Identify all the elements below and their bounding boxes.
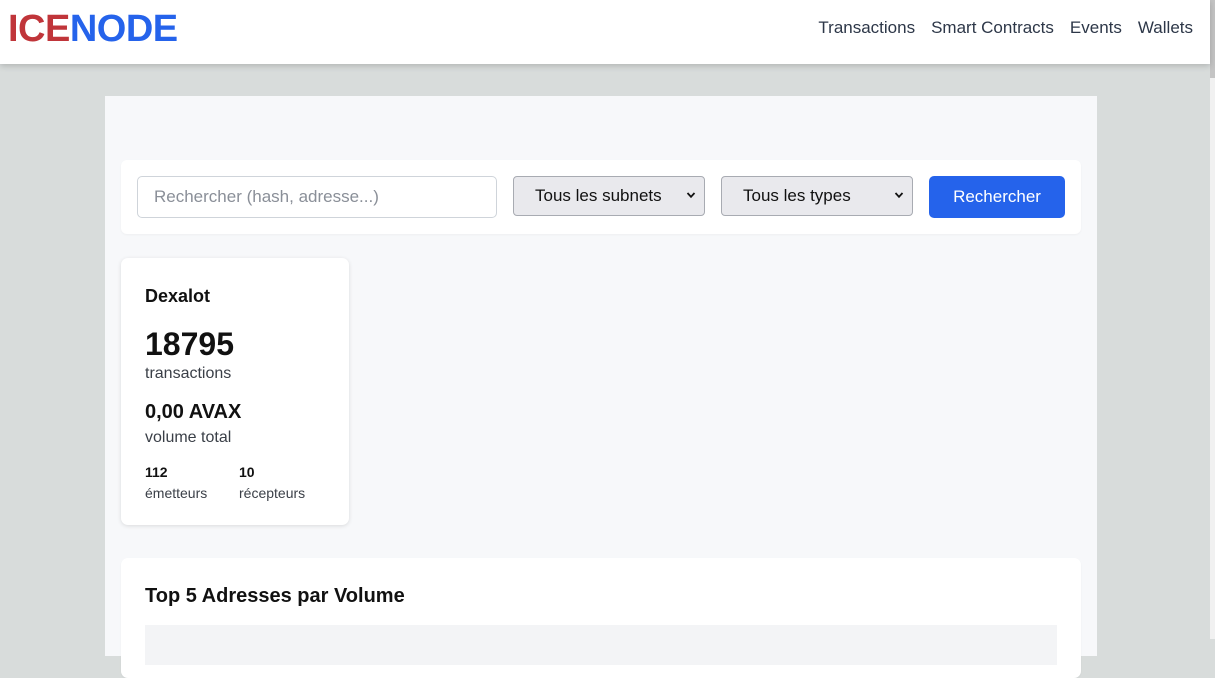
volume-label: volume total (145, 429, 232, 446)
subnet-select[interactable]: Tous les subnets (513, 176, 705, 216)
page-scrollbar[interactable] (1210, 0, 1215, 639)
scrollbar-thumb[interactable] (1210, 0, 1215, 78)
receivers-count: 10 (239, 464, 255, 480)
nav-link-smart-contracts[interactable]: Smart Contracts (931, 18, 1054, 38)
top-addresses-table-header (145, 625, 1057, 665)
search-button[interactable]: Rechercher (929, 176, 1065, 218)
subnet-select-value: Tous les subnets (535, 186, 662, 205)
type-select[interactable]: Tous les types (721, 176, 913, 216)
top-addresses-panel: Top 5 Adresses par Volume (121, 558, 1081, 678)
chevron-down-icon (686, 192, 696, 199)
brand-logo[interactable]: ICENODE (8, 8, 178, 50)
volume-value: 0,00 AVAX (145, 401, 242, 423)
section-title: Top 5 Adresses par Volume (145, 585, 405, 607)
search-bar: Tous les subnets Tous les types Recherch… (121, 160, 1081, 234)
transactions-label: transactions (145, 365, 232, 382)
nav-link-wallets[interactable]: Wallets (1138, 18, 1193, 38)
type-select-value: Tous les types (743, 186, 851, 205)
nav-link-transactions[interactable]: Transactions (818, 18, 915, 38)
nav-link-events[interactable]: Events (1070, 18, 1122, 38)
senders-count: 112 (145, 464, 168, 480)
main-content: Tous les subnets Tous les types Recherch… (105, 96, 1097, 678)
brand-logo-part2: NODE (69, 8, 178, 50)
brand-logo-part1: ICE (8, 8, 70, 50)
top-navbar: ICENODE Transactions Smart Contracts Eve… (0, 0, 1210, 64)
senders-label: émetteurs (145, 485, 208, 501)
receivers-label: récepteurs (239, 485, 306, 501)
subnet-stat-card[interactable]: Dexalot 18795 transactions 0,00 AVAX vol… (121, 258, 349, 525)
search-input[interactable] (137, 176, 497, 218)
transactions-count: 18795 (145, 326, 234, 362)
subnet-name: Dexalot (145, 286, 211, 306)
main-nav: Transactions Smart Contracts Events Wall… (818, 18, 1193, 38)
chevron-down-icon (894, 192, 904, 199)
